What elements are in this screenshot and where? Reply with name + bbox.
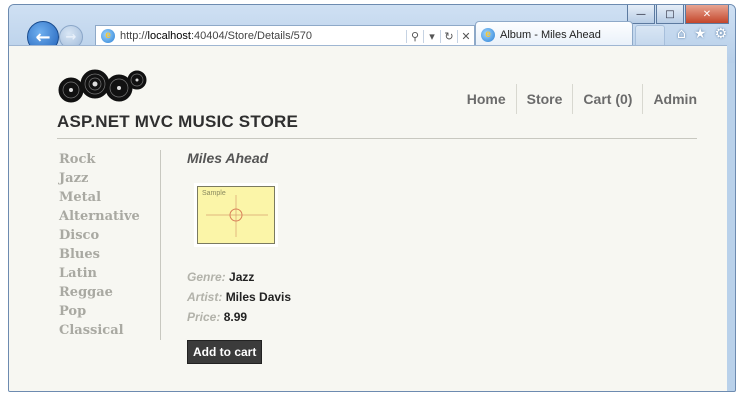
gear-icon[interactable]: ⚙ <box>714 26 727 42</box>
tab-title: Album - Miles Ahead <box>500 28 601 41</box>
genre-link-metal[interactable]: Metal <box>59 188 154 207</box>
add-to-cart-button[interactable]: Add to cart <box>187 340 263 364</box>
window-controls: — □ ✕ <box>626 5 729 24</box>
top-nav: Home Store Cart (0) Admin <box>457 84 707 114</box>
genre-link-blues[interactable]: Blues <box>59 245 154 264</box>
logo[interactable] <box>57 66 147 106</box>
genre-link-latin[interactable]: Latin <box>59 264 154 283</box>
genre-link-pop[interactable]: Pop <box>59 302 154 321</box>
artist-label: Artist: <box>187 290 223 304</box>
genre-link-disco[interactable]: Disco <box>59 226 154 245</box>
genre-detail: Genre: Jazz <box>187 270 254 284</box>
stop-icon[interactable]: ✕ <box>457 29 474 43</box>
url-prefix: http:// <box>120 30 148 42</box>
close-icon[interactable]: ✕ <box>685 5 729 24</box>
dropdown-icon[interactable]: ▾ <box>423 29 440 43</box>
refresh-icon[interactable]: ↻ <box>440 29 457 43</box>
url-path: :40404/Store/Details/570 <box>190 30 313 42</box>
ie-favicon-icon: e <box>101 29 115 43</box>
genre-label: Genre: <box>187 270 226 284</box>
price-value: 8.99 <box>223 310 248 324</box>
site-title: ASP.NET MVC MUSIC STORE <box>57 112 299 131</box>
home-icon[interactable]: ⌂ <box>677 26 686 42</box>
price-detail: Price: 8.99 <box>187 310 247 324</box>
artist-value: Miles Davis <box>225 290 292 304</box>
nav-cart[interactable]: Cart (0) <box>572 84 642 114</box>
nav-store[interactable]: Store <box>515 84 573 114</box>
ie-favicon-icon: e <box>481 27 495 42</box>
genre-link-rock[interactable]: Rock <box>59 150 154 169</box>
genre-menu: Rock Jazz Metal Alternative Disco Blues … <box>59 150 161 340</box>
search-icon[interactable]: ⚲ <box>406 29 423 43</box>
genre-link-reggae[interactable]: Reggae <box>59 283 154 302</box>
album-title: Miles Ahead <box>187 150 269 166</box>
artist-detail: Artist: Miles Davis <box>187 290 291 304</box>
nav-home[interactable]: Home <box>457 84 516 114</box>
price-label: Price: <box>187 310 221 324</box>
tab-album[interactable]: e Album - Miles Ahead <box>475 21 633 47</box>
address-bar[interactable]: e http://localhost:40404/Store/Details/5… <box>95 25 475 47</box>
genre-value: Jazz <box>229 270 255 284</box>
favorites-star-icon[interactable]: ★ <box>694 26 707 42</box>
crosshair-icon <box>206 195 268 237</box>
album-cover-image: Sample <box>197 186 275 244</box>
page-content: ASP.NET MVC MUSIC STORE Home Store Cart … <box>9 45 727 391</box>
maximize-icon[interactable]: □ <box>656 5 684 24</box>
forward-arrow-icon: → <box>65 29 77 45</box>
browser-window: — □ ✕ ← → e http://localhost:40404/Store… <box>8 4 736 392</box>
genre-link-alternative[interactable]: Alternative <box>59 207 154 226</box>
genre-link-classical[interactable]: Classical <box>59 321 154 340</box>
genre-link-jazz[interactable]: Jazz <box>59 169 154 188</box>
nav-admin[interactable]: Admin <box>642 84 707 114</box>
toolbar-icons: ⌂ ★ ⚙ <box>677 26 727 42</box>
url-host: localhost <box>147 30 191 42</box>
header-divider <box>57 138 697 139</box>
